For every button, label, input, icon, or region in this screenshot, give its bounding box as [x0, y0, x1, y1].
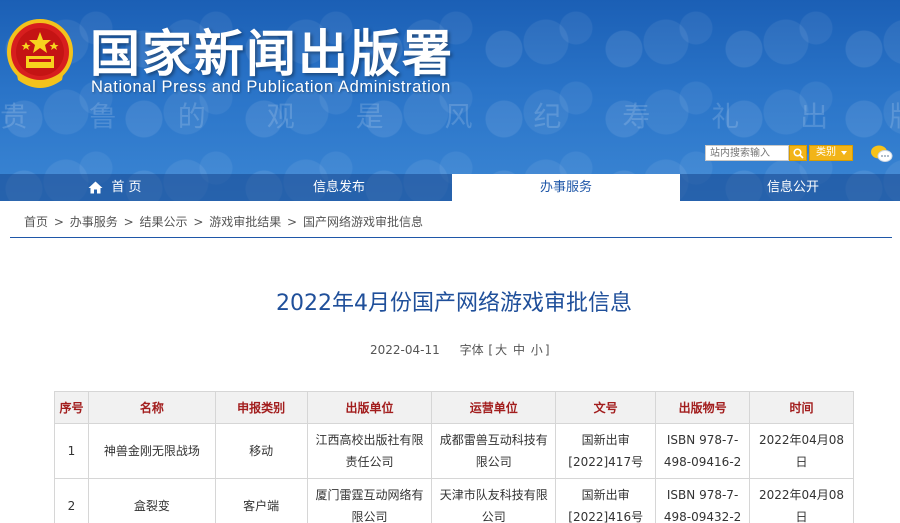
table-cell: 2: [54, 478, 89, 523]
nav-item-label: 信息发布: [312, 180, 365, 195]
home-icon: [88, 181, 103, 194]
chat-bubble-icon[interactable]: [870, 144, 894, 164]
table-row: 1 神兽金刚无限战场 移动 江西高校出版社有限责任公司 成都雷兽互动科技有限公司…: [54, 423, 854, 479]
publish-date: 2022-04-11: [370, 343, 440, 357]
table-cell: 2022年04月08日: [749, 423, 854, 479]
page-title: 2022年4月份国产网络游戏审批信息: [276, 291, 632, 316]
nav-item-label: 信息公开: [766, 180, 819, 195]
font-size-small[interactable]: 小: [531, 343, 543, 357]
column-header: 序号: [54, 391, 89, 424]
table-cell: ISBN 978-7-498-09416-2: [655, 423, 751, 479]
breadcrumb-divider: [10, 237, 892, 238]
breadcrumb-services[interactable]: 办事服务: [70, 215, 118, 229]
table-cell: 国新出审[2022]416号: [555, 478, 657, 523]
national-emblem-icon: [7, 19, 73, 88]
chevron-down-icon: [841, 151, 847, 155]
column-header: 出版物号: [655, 391, 751, 424]
breadcrumb-current[interactable]: 国产网络游戏审批信息: [303, 215, 423, 229]
category-dropdown[interactable]: 类别: [809, 145, 853, 161]
table-cell: 国新出审[2022]417号: [555, 423, 657, 479]
breadcrumb: 首页 > 办事服务 > 结果公示 > 游戏审批结果 > 国产网络游戏审批信息: [24, 213, 425, 230]
table-row: 2 盒裂变 客户端 厦门雷霆互动网络有限公司 天津市队友科技有限公司 国新出审[…: [54, 478, 854, 523]
table-cell: 神兽金刚无限战场: [87, 423, 216, 479]
font-size-label: 字体: [459, 343, 484, 357]
table-cell: 盒裂变: [87, 478, 216, 523]
site-subtitle: National Press and Publication Administr…: [91, 78, 451, 96]
search-icon: [792, 147, 804, 159]
table-cell: 移动: [214, 423, 308, 479]
font-bracket-open: [: [488, 343, 494, 357]
column-header: 出版单位: [306, 391, 433, 424]
table-cell: 厦门雷霆互动网络有限公司: [306, 478, 433, 523]
column-header: 文号: [555, 391, 657, 424]
table-cell: 成都雷兽互动科技有限公司: [431, 423, 557, 479]
breadcrumb-separator: >: [123, 215, 134, 229]
font-size-controls: [大 中 小]: [487, 343, 550, 357]
column-header: 名称: [87, 391, 216, 424]
breadcrumb-home[interactable]: 首页: [24, 215, 48, 229]
table-cell: 1: [54, 423, 89, 479]
table-cell: 江西高校出版社有限责任公司: [306, 423, 433, 479]
table-cell: ISBN 978-7-498-09432-2: [655, 478, 751, 523]
banner-background-glyphs: 贵 鲁 的 观 是 风 纪 寿 礼 出 版: [0, 100, 900, 133]
table-header-row: 序号 名称 申报类别 出版单位 运营单位 文号 出版物号 时间: [54, 391, 854, 424]
column-header: 运营单位: [431, 391, 557, 424]
approval-table: 序号 名称 申报类别 出版单位 运营单位 文号 出版物号 时间 1 神兽金刚无限…: [54, 391, 854, 523]
breadcrumb-separator: >: [53, 215, 64, 229]
breadcrumb-game-approval[interactable]: 游戏审批结果: [209, 215, 281, 229]
article-meta: 2022-04-11 字体 [大 中 小]: [370, 341, 551, 358]
table-cell: 天津市队友科技有限公司: [431, 478, 557, 523]
column-header: 申报类别: [214, 391, 308, 424]
column-header: 时间: [749, 391, 854, 424]
site-title: 国家新闻出版署: [90, 24, 454, 83]
search-input[interactable]: [705, 145, 789, 161]
nav-item-label: 办事服务: [539, 180, 592, 195]
nav-item-info-release[interactable]: 信息发布: [266, 174, 412, 201]
font-size-large[interactable]: 大: [495, 343, 507, 357]
search-button[interactable]: [789, 145, 807, 161]
table-cell: 客户端: [214, 478, 308, 523]
font-size-medium[interactable]: 中: [513, 343, 525, 357]
breadcrumb-separator: >: [287, 215, 298, 229]
breadcrumb-results[interactable]: 结果公示: [139, 215, 187, 229]
font-bracket-close: ]: [544, 343, 550, 357]
nav-item-public-info[interactable]: 信息公开: [720, 174, 866, 201]
table-cell: 2022年04月08日: [749, 478, 854, 523]
nav-item-home[interactable]: 首 页: [70, 174, 160, 201]
nav-item-services[interactable]: 办事服务: [452, 174, 680, 201]
breadcrumb-separator: >: [193, 215, 204, 229]
category-label: 类别: [816, 147, 836, 158]
nav-item-label: 首 页: [111, 180, 142, 195]
